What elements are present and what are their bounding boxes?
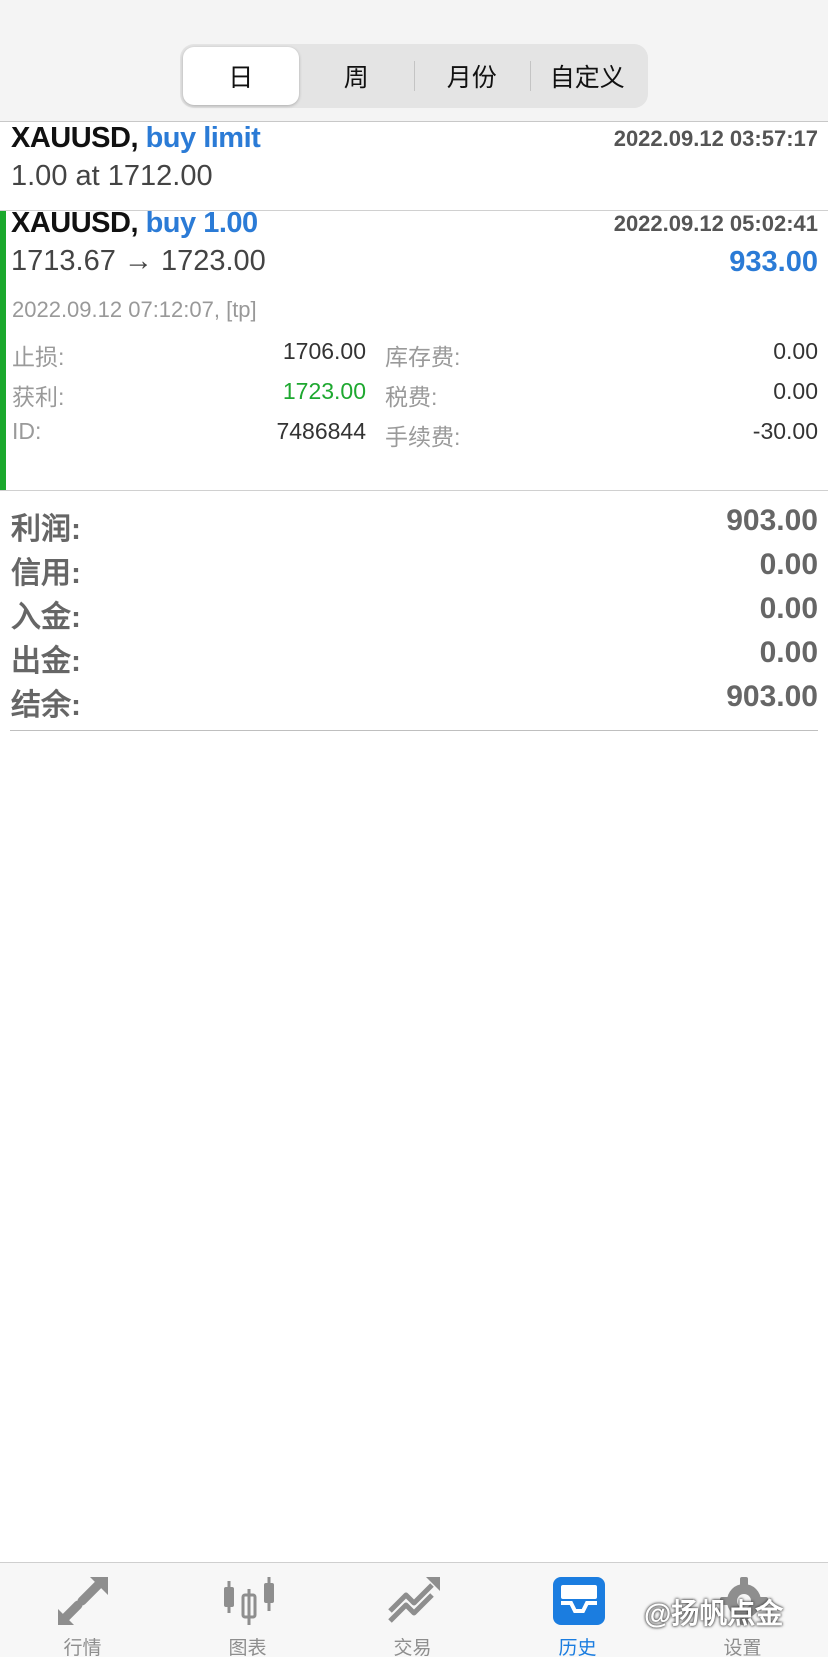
summary-row-withdrawal: 出金: 0.00	[10, 636, 818, 680]
summary-label: 出金:	[11, 645, 81, 678]
order-time: 2022.09.12 03:57:17	[613, 126, 818, 151]
deal-prices: 1713.67 → 1723.00	[11, 245, 266, 277]
deal-profit: 933.00	[729, 246, 818, 278]
tp-value: 1723.00	[282, 378, 366, 404]
summary-value: 903.00	[726, 504, 818, 537]
summary-label: 结余:	[11, 689, 81, 722]
deal-status-bar	[0, 211, 6, 490]
swap-label: 库存费:	[385, 344, 461, 370]
order-row[interactable]: XAUUSD, buy limit 2022.09.12 03:57:17 1.…	[0, 122, 828, 211]
deal-action: buy 1.00	[145, 207, 259, 239]
top-bar: 日 周 月份 自定义	[0, 0, 828, 122]
sl-label: 止损:	[12, 344, 65, 370]
tp-label: 获利:	[12, 384, 65, 410]
period-tab-day[interactable]: 日	[183, 47, 299, 105]
period-tab-month[interactable]: 月份	[414, 47, 530, 105]
candlestick-chart-icon	[224, 1577, 274, 1625]
summary-value: 0.00	[759, 548, 818, 581]
order-symbol: XAUUSD,	[11, 122, 139, 154]
summary-section: 利润: 903.00 信用: 0.00 入金: 0.00 出金: 0.00 结余…	[10, 490, 818, 731]
tax-value: 0.00	[773, 378, 818, 404]
history-inbox-icon	[553, 1577, 605, 1625]
deal-symbol-line: XAUUSD, buy 1.00	[11, 207, 258, 240]
watermark-text: @扬帆点金	[644, 1598, 784, 1629]
tab-chart[interactable]: 图表	[165, 1563, 330, 1659]
summary-row-credit: 信用: 0.00	[10, 548, 818, 592]
deal-close-time: 2022.09.12 07:12:07, [tp]	[12, 297, 257, 322]
deal-time: 2022.09.12 05:02:41	[613, 211, 818, 236]
tab-quotes[interactable]: 行情	[0, 1563, 165, 1659]
summary-label: 利润:	[11, 513, 81, 546]
summary-label: 信用:	[11, 557, 81, 590]
summary-row-deposit: 入金: 0.00	[10, 592, 818, 636]
order-symbol-line: XAUUSD, buy limit	[11, 122, 261, 155]
swap-value: 0.00	[773, 338, 818, 364]
tab-trade[interactable]: 交易	[330, 1563, 495, 1659]
period-tab-week[interactable]: 周	[299, 47, 415, 105]
summary-value: 0.00	[759, 592, 818, 625]
deal-symbol: XAUUSD,	[11, 207, 139, 239]
sl-value: 1706.00	[282, 338, 366, 364]
order-action: buy limit	[145, 122, 261, 154]
tab-history[interactable]: 历史	[495, 1563, 660, 1659]
period-segmented-control: 日 周 月份 自定义	[180, 44, 648, 108]
commission-label: 手续费:	[385, 424, 461, 450]
commission-value: -30.00	[752, 418, 818, 444]
quotes-arrows-icon	[58, 1577, 108, 1625]
summary-row-balance: 结余: 903.00	[10, 680, 818, 724]
summary-value: 903.00	[726, 680, 818, 713]
id-value: 7486844	[276, 418, 366, 444]
summary-value: 0.00	[759, 636, 818, 669]
trade-trend-icon	[388, 1577, 440, 1623]
id-label: ID:	[12, 418, 42, 444]
period-tab-custom[interactable]: 自定义	[529, 47, 646, 105]
deal-row[interactable]: XAUUSD, buy 1.00 2022.09.12 05:02:41 171…	[0, 207, 828, 491]
tax-label: 税费:	[385, 384, 438, 410]
summary-row-profit: 利润: 903.00	[10, 504, 818, 548]
summary-label: 入金:	[11, 601, 81, 634]
order-detail: 1.00 at 1712.00	[11, 160, 213, 192]
